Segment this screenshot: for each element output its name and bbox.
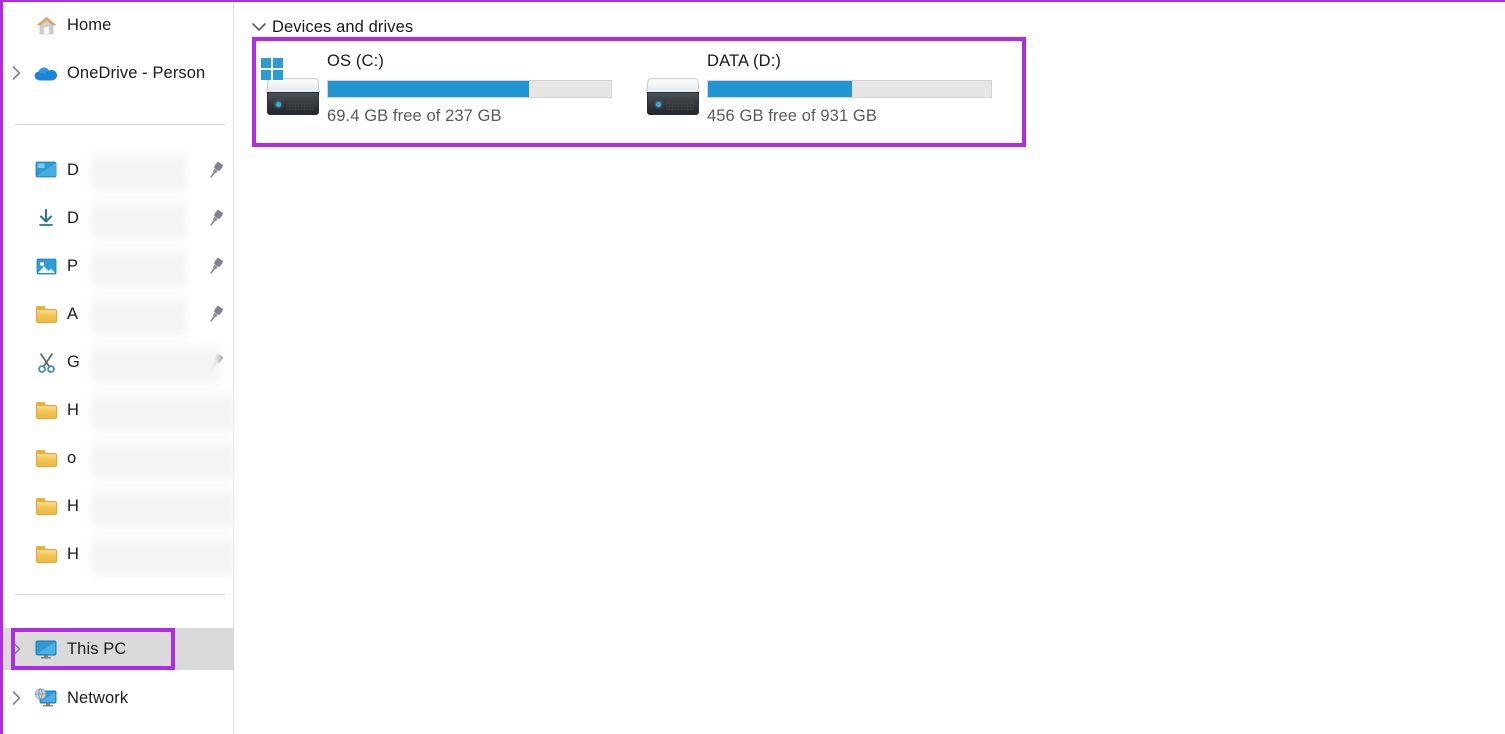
sidebar-item-label: OneDrive - Person	[67, 63, 206, 82]
redaction-blur	[91, 438, 234, 480]
drive-info: DATA (D:) 456 GB free of 931 GB	[707, 48, 992, 126]
downloads-icon	[33, 207, 59, 229]
sidebar-item-this-pc[interactable]: This PC	[3, 634, 234, 664]
sidebar-item-home[interactable]: Home	[3, 10, 234, 40]
pin-icon[interactable]	[206, 208, 226, 228]
sidebar-item-label: D	[67, 160, 80, 179]
sidebar-item-label: G	[67, 352, 80, 371]
pin-icon[interactable]	[206, 256, 226, 276]
sidebar-item-label: P	[67, 256, 79, 275]
redaction-blur	[91, 486, 234, 528]
drive-free-space-label: 69.4 GB free of 237 GB	[327, 107, 502, 125]
redaction-blur	[91, 390, 234, 432]
drive-free-space-label: 456 GB free of 931 GB	[707, 107, 877, 125]
sidebar-item-label: Network	[67, 688, 129, 707]
sidebar-divider-top	[15, 124, 225, 125]
sidebar-item-label: This PC	[67, 639, 127, 658]
drive-info: OS (C:) 69.4 GB free of 237 GB	[327, 48, 612, 126]
chevron-right-icon[interactable]	[3, 66, 29, 80]
sidebar-item-onedrive[interactable]: OneDrive - Person	[3, 58, 234, 88]
drive-tile-os-c[interactable]: OS (C:) 69.4 GB free of 237 GB	[259, 48, 639, 138]
sidebar-divider-bottom	[15, 594, 225, 595]
navigation-sidebar: Home OneDrive - Person D D P A G H o H H…	[3, 2, 234, 734]
folder-icon	[33, 447, 59, 469]
folder-icon	[33, 303, 59, 325]
this-pc-icon	[33, 638, 59, 660]
drive-name: DATA (D:)	[707, 52, 782, 70]
devices-and-drives-group-header[interactable]: Devices and drives	[249, 16, 413, 38]
drive-tile-data-d[interactable]: DATA (D:) 456 GB free of 931 GB	[639, 48, 1019, 138]
home-icon	[33, 14, 59, 36]
network-icon	[33, 687, 59, 709]
sidebar-item-label: H	[67, 544, 80, 563]
folder-icon	[33, 495, 59, 517]
sidebar-item-label: D	[67, 208, 80, 227]
sidebar-item-label: A	[67, 304, 79, 323]
sidebar-item-label: o	[67, 448, 77, 467]
group-title: Devices and drives	[272, 17, 414, 36]
hard-drive-shape	[646, 78, 700, 116]
sidebar-item-network[interactable]: Network	[3, 683, 234, 713]
pin-icon[interactable]	[206, 160, 226, 180]
chevron-down-icon[interactable]	[249, 22, 269, 32]
redaction-blur	[91, 294, 187, 336]
redaction-blur	[91, 150, 187, 192]
drive-name: OS (C:)	[327, 52, 384, 70]
onedrive-cloud-icon	[33, 62, 59, 84]
chevron-right-icon[interactable]	[3, 642, 29, 656]
hard-drive-shape	[266, 78, 320, 116]
scissors-icon	[33, 351, 59, 373]
windows-drive-icon	[259, 58, 321, 120]
folder-icon	[33, 399, 59, 421]
drive-usage-bar	[707, 80, 992, 98]
redaction-blur	[91, 534, 234, 576]
drive-usage-fill	[328, 81, 529, 97]
redaction-blur	[91, 198, 187, 240]
chevron-right-icon[interactable]	[3, 691, 29, 705]
windows-logo-icon	[261, 58, 283, 80]
desktop-icon	[33, 159, 59, 181]
sidebar-item-label: H	[67, 400, 80, 419]
pin-icon[interactable]	[206, 304, 226, 324]
sidebar-item-label: H	[67, 496, 80, 515]
drive-usage-fill	[708, 81, 853, 97]
content-pane: Devices and drives OS (C:) 69.4 GB free …	[235, 2, 1505, 734]
sidebar-item-label: Home	[67, 15, 112, 34]
pictures-icon	[33, 255, 59, 277]
folder-icon	[33, 543, 59, 565]
redaction-blur	[91, 246, 187, 288]
file-explorer-window: Home OneDrive - Person D D P A G H o H H…	[0, 0, 1505, 734]
hard-drive-icon	[639, 60, 701, 120]
drive-usage-bar	[327, 80, 612, 98]
redaction-blur	[91, 342, 221, 384]
